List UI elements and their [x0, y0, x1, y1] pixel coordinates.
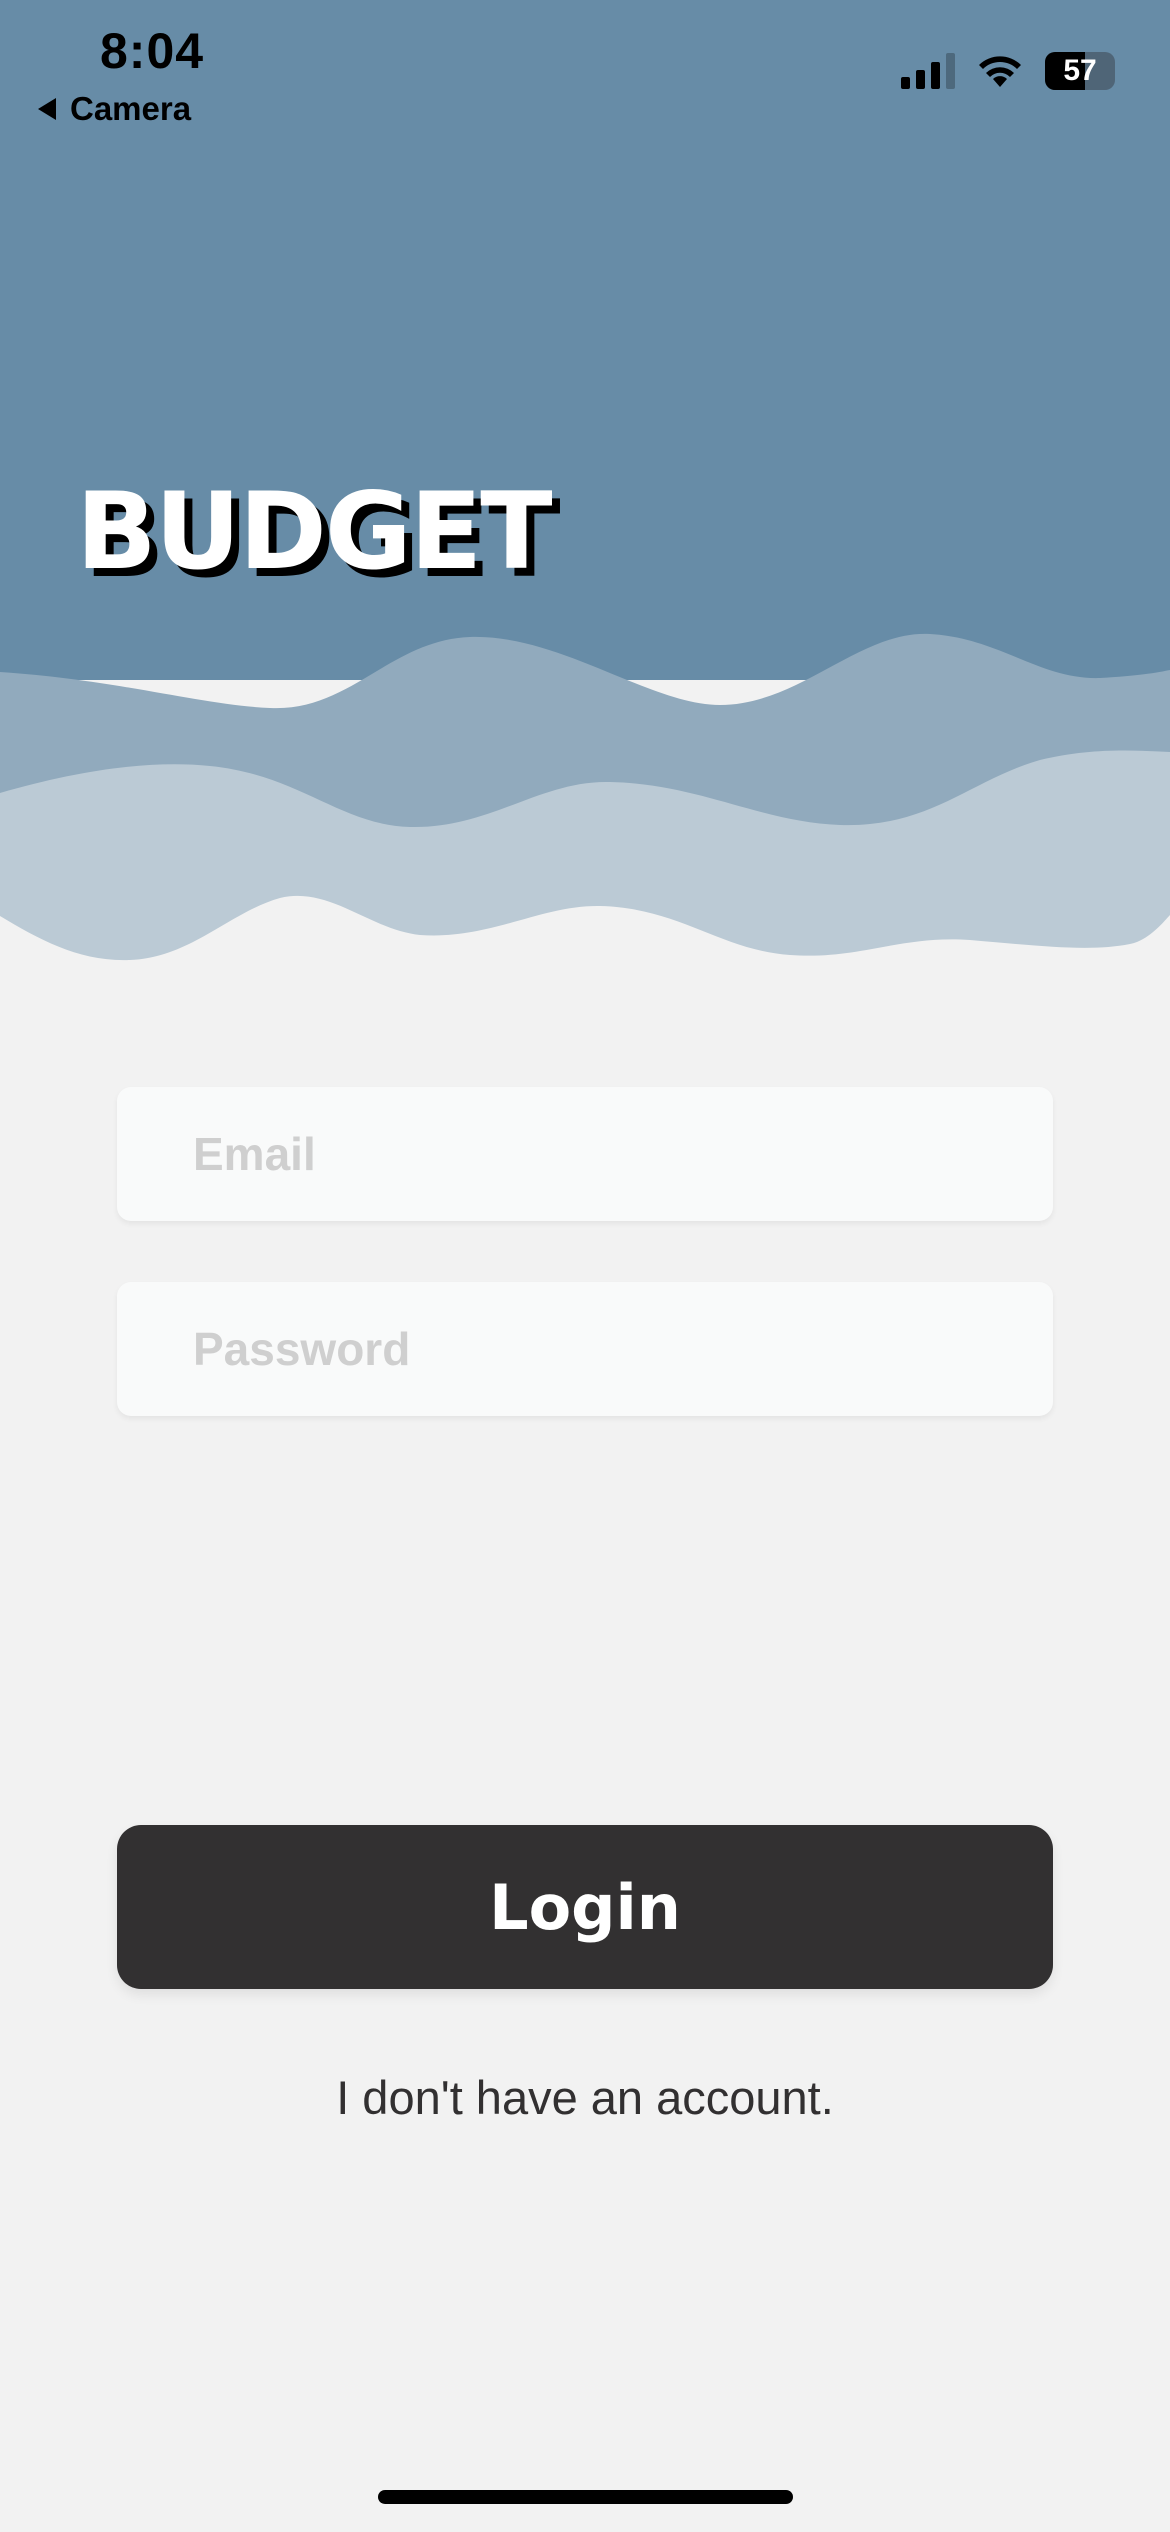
battery-icon: 57 [1045, 52, 1115, 90]
back-link-label: Camera [70, 90, 192, 127]
status-time: 8:04 [100, 23, 205, 79]
login-button[interactable]: Login [117, 1825, 1053, 1989]
back-to-camera-link[interactable]: Camera [38, 90, 191, 128]
back-arrow-icon [38, 98, 56, 120]
signal-icon [901, 53, 955, 89]
password-field-container [117, 1282, 1053, 1416]
home-indicator[interactable] [378, 2490, 793, 2504]
email-field[interactable] [117, 1087, 1053, 1221]
no-account-link[interactable]: I don't have an account. [0, 2070, 1170, 2125]
app-title: BUDGET [76, 470, 553, 593]
email-field-container [117, 1087, 1053, 1221]
battery-level: 57 [1063, 54, 1097, 87]
status-icons: 57 [901, 52, 1115, 90]
password-field[interactable] [117, 1282, 1053, 1416]
wifi-icon [979, 56, 1021, 87]
